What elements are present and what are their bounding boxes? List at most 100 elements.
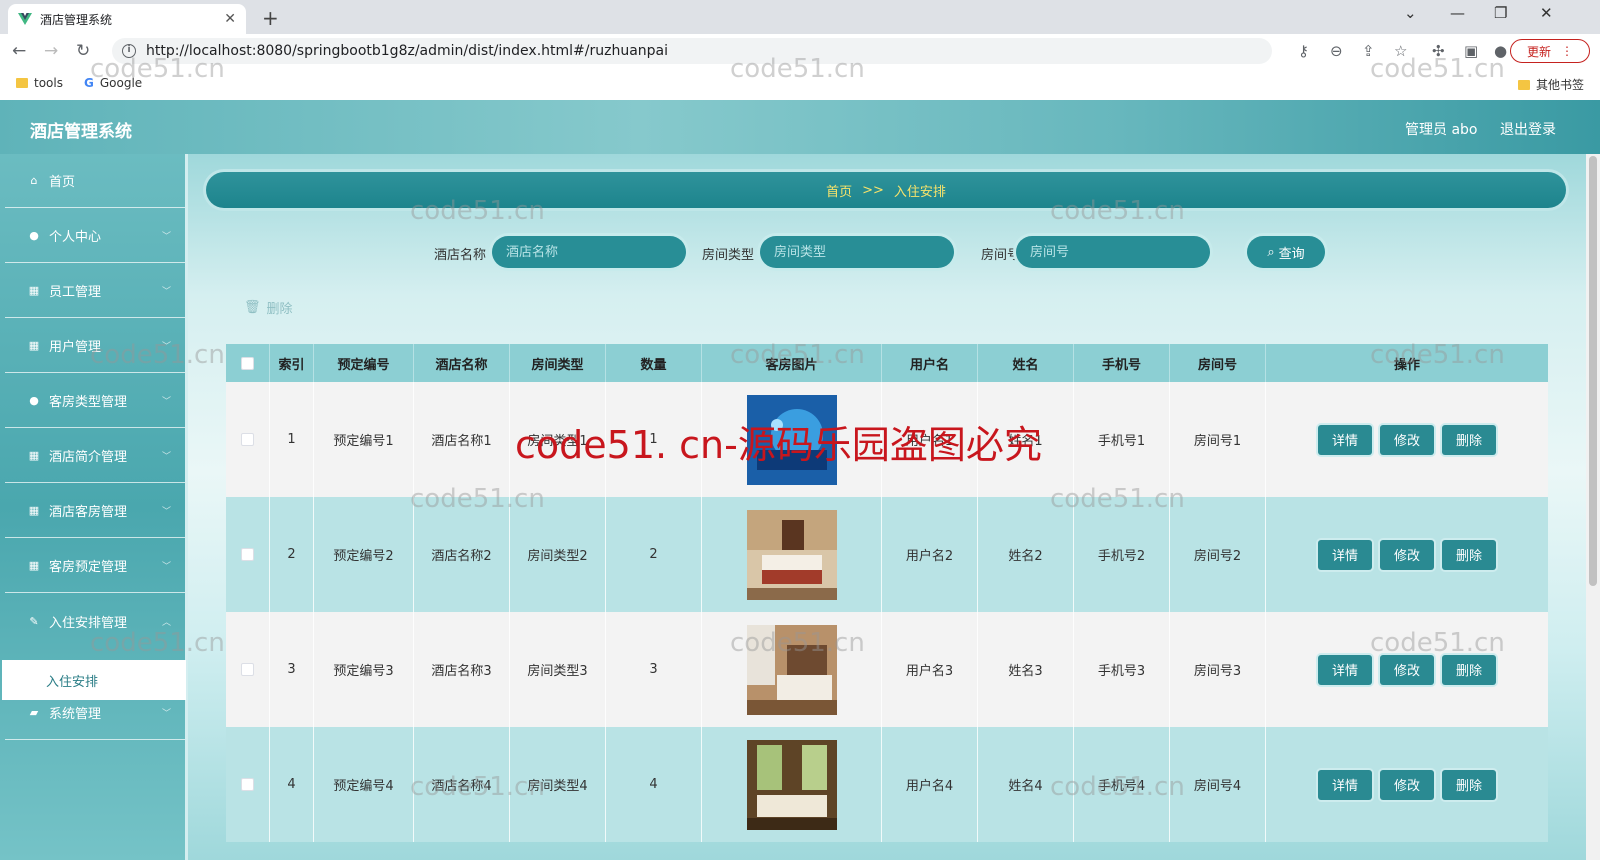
url-text: http://localhost:8080/springbootb1g8z/ad… [146,43,669,59]
cell-phone: 手机号2 [1074,497,1170,612]
detail-button[interactable]: 详情 [1318,539,1372,570]
update-label: 更新 [1526,44,1551,59]
chevron-up-icon: ︿ [161,617,171,628]
edit-button[interactable]: 修改 [1380,539,1434,570]
browser-tab[interactable]: 酒店管理系统 ✕ [8,4,246,34]
delete-button[interactable]: 删除 [1442,769,1496,800]
site-info-icon[interactable]: i [122,44,136,58]
sidebar-item-users[interactable]: ▦ 用户管理 ﹀ [5,319,185,373]
profile-icon[interactable]: ● [1494,42,1507,60]
main-content: 首页 >> 入住安排 酒店名称 房间类型 房间号 ⌕ 查询 🗑 删除 索引 预定… [188,154,1586,860]
cell-hotel: 酒店名称1 [414,382,510,497]
room-type-label: 房间类型 [702,248,755,263]
breadcrumb-home[interactable]: 首页 [826,181,852,200]
cell-username: 用户名1 [882,382,978,497]
cell-room: 房间号4 [1170,727,1266,842]
row-checkbox[interactable] [241,663,254,676]
row-select-cell [226,727,270,842]
reload-icon[interactable]: ↻ [76,41,90,61]
room-number-input[interactable] [1016,236,1210,268]
restore-icon[interactable]: ❐ [1494,4,1507,22]
cell-name: 姓名4 [978,727,1074,842]
cell-image [702,382,882,497]
delete-button[interactable]: 删除 [1442,539,1496,570]
sidebar-item-system[interactable]: ▰ 系统管理 ﹀ [5,686,185,740]
cell-qty: 2 [606,497,702,612]
cell-index: 1 [270,382,314,497]
tab-search-icon[interactable]: ⌄ [1404,4,1417,22]
detail-button[interactable]: 详情 [1318,654,1372,685]
forward-icon[interactable]: → [44,41,58,61]
page-scrollbar[interactable] [1586,154,1600,860]
zoom-icon[interactable]: ⊖ [1330,42,1343,60]
cell-image [702,612,882,727]
delete-button[interactable]: 删除 [1442,654,1496,685]
key-icon[interactable]: ⚷ [1298,42,1309,60]
delete-button[interactable]: 删除 [1442,424,1496,455]
folder-icon [1518,79,1530,90]
update-button[interactable]: 更新 ⋮ [1510,39,1590,63]
cell-qty: 4 [606,727,702,842]
sidepanel-icon[interactable]: ▣ [1464,42,1478,60]
row-select-cell [226,612,270,727]
edit-button[interactable]: 修改 [1380,654,1434,685]
detail-button[interactable]: 详情 [1318,769,1372,800]
cell-image [702,727,882,842]
edit-button[interactable]: 修改 [1380,424,1434,455]
logout-link[interactable]: 退出登录 [1500,119,1556,139]
grid-icon: ▦ [28,559,40,572]
cell-image [702,497,882,612]
select-all-checkbox[interactable] [241,356,254,370]
col-room-type: 房间类型 [510,344,606,382]
sidebar-item-home[interactable]: ⌂ 首页 [5,154,185,208]
tab-title: 酒店管理系统 [40,12,113,27]
search-button-label: 查询 [1278,246,1305,262]
row-checkbox[interactable] [241,778,254,791]
cell-room-type: 房间类型4 [510,727,606,842]
col-actions: 操作 [1393,357,1420,373]
user-icon: ● [29,229,39,242]
bookmark-google[interactable]: G Google [84,76,142,90]
chevron-down-icon: ﹀ [161,232,171,242]
row-checkbox[interactable] [241,548,254,561]
pencil-icon: ✎ [29,614,39,628]
sidebar-item-hotel-intro[interactable]: ▦ 酒店简介管理 ﹀ [5,429,185,483]
sidebar-item-staff[interactable]: ▦ 员工管理 ﹀ [5,264,185,318]
cell-qty: 1 [606,382,702,497]
back-icon[interactable]: ← [12,41,26,61]
cell-index: 2 [270,497,314,612]
sidebar-item-profile[interactable]: ● 个人中心 ﹀ [5,209,185,263]
other-bookmarks[interactable]: 其他书签 [1518,76,1584,93]
row-checkbox[interactable] [241,433,254,446]
share-icon[interactable]: ⇪ [1362,42,1375,60]
star-icon[interactable]: ☆ [1394,42,1407,60]
room-type-input[interactable] [760,236,954,268]
sidebar-item-checkin[interactable]: ✎ 入住安排管理 ︿ [5,594,185,648]
batch-delete-button[interactable]: 🗑 删除 [244,298,293,317]
address-bar[interactable]: i http://localhost:8080/springbootb1g8z/… [112,38,1272,64]
extensions-icon[interactable]: ✣ [1432,42,1445,60]
hotel-name-input[interactable] [492,236,686,268]
edit-button[interactable]: 修改 [1380,769,1434,800]
hotel-name-label: 酒店名称 [434,248,487,263]
new-tab-icon[interactable]: + [262,6,279,30]
cell-room-type: 房间类型2 [510,497,606,612]
grid-icon: ▦ [28,339,40,352]
sidebar-item-room-types[interactable]: ● 客房类型管理 ﹀ [5,374,185,428]
cell-hotel: 酒店名称2 [414,497,510,612]
sidebar-item-hotel-rooms[interactable]: ▦ 酒店客房管理 ﹀ [5,484,185,538]
detail-button[interactable]: 详情 [1318,424,1372,455]
breadcrumb-current: 入住安排 [893,184,946,200]
scrollbar-thumb[interactable] [1589,156,1597,586]
search-button[interactable]: ⌕ 查询 [1247,236,1325,268]
minimize-icon[interactable]: — [1450,4,1465,22]
grid-icon: ▦ [28,504,40,517]
sidebar-item-label: 系统管理 [49,707,102,722]
sidebar-item-reservations[interactable]: ▦ 客房预定管理 ﹀ [5,539,185,593]
tab-close-icon[interactable]: ✕ [224,11,236,27]
bookmark-tools[interactable]: tools [16,76,63,90]
app-title: 酒店管理系统 [30,122,132,142]
cell-room-type: 房间类型1 [510,382,606,497]
window-close-icon[interactable]: ✕ [1540,4,1553,22]
chevron-down-icon: ﹀ [161,452,171,462]
